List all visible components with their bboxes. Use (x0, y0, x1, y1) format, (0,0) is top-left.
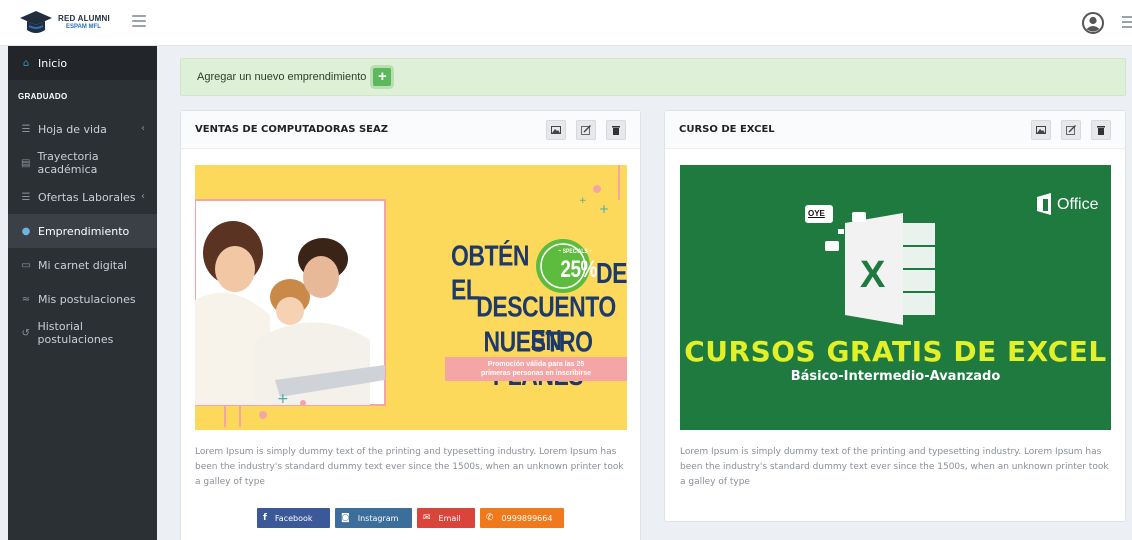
edit-button[interactable] (576, 120, 596, 140)
chevron-left-icon: ‹ (141, 123, 145, 134)
card-description: Lorem Ipsum is simply dummy text of the … (680, 447, 1109, 487)
sidebar-item-label: Ofertas Laborales (38, 190, 136, 204)
sidebar-item-trayectoria[interactable]: ▤ Trayectoria académica (8, 146, 157, 180)
edit-button[interactable] (1061, 120, 1081, 140)
badge-small-text: ~ SPECIALS ~ (558, 248, 593, 256)
promo-conditions-2: primeras personas en inscribirse (480, 370, 592, 377)
list-icon: ☰ (21, 123, 31, 135)
sidebar-item-label: Trayectoria académica (37, 150, 99, 176)
svg-text:+: + (599, 202, 609, 216)
sidebar-section-header: GRADUADO (8, 80, 157, 112)
book-icon: ▤ (21, 157, 31, 169)
sidebar-item-hoja-de-vida[interactable]: ☰ Hoja de vida ‹ (8, 112, 157, 146)
card-title: CURSO DE EXCEL (679, 124, 775, 135)
sidebar-item-emprendimiento[interactable]: ● Emprendimiento (8, 214, 157, 248)
sidebar-item-label: Hoja de vida (38, 122, 107, 136)
excel-headline: CURSOS GRATIS DE EXCEL (684, 335, 1107, 368)
svg-text:X: X (860, 254, 886, 296)
promo-line1b: DE (596, 256, 627, 289)
sidebar-item-label: Emprendimiento (38, 224, 130, 238)
office-label: Office (1057, 196, 1099, 213)
delete-button[interactable] (1091, 120, 1111, 140)
sidebar-item-inicio[interactable]: ⌂ Inicio (8, 46, 157, 80)
sidebar-toggle-icon[interactable] (132, 15, 146, 27)
sidebar-item-historial[interactable]: ↺ Historial postulaciones (8, 316, 157, 350)
sidebar-item-label: Mis postulaciones (38, 292, 136, 306)
card-description: Lorem Ipsum is simply dummy text of the … (195, 447, 624, 487)
svg-text:+: + (277, 391, 289, 407)
sidebar-item-ofertas[interactable]: ☰ Ofertas Laborales ‹ (8, 180, 157, 214)
envelope-icon: ✉ (423, 513, 431, 523)
delete-button[interactable] (606, 120, 626, 140)
list-icon: ☰ (21, 191, 31, 203)
sidebar-item-label: Inicio (38, 56, 68, 70)
image-icon (551, 126, 561, 134)
brand-name: RED ALUMNI (58, 14, 110, 23)
sidebar-item-label: Historial postulaciones (37, 320, 114, 346)
add-emprendimiento-button[interactable]: + (373, 68, 392, 86)
card-title: VENTAS DE COMPUTADORAS SEAZ (195, 124, 388, 135)
brand-subtitle: ESPAM MFL (66, 24, 101, 30)
graduation-cap-logo-icon (18, 8, 54, 38)
sidebar-item-label: Mi carnet digital (38, 258, 127, 272)
emprendimiento-card: CURSO DE EXCEL X Office OYE CURSOS GRATI… (664, 110, 1126, 522)
handshake-icon: ≈ (21, 293, 31, 305)
image-button[interactable] (1031, 120, 1051, 140)
trash-icon (612, 126, 620, 135)
facebook-icon: f (263, 513, 267, 523)
excel-logo-icon: X (805, 193, 1051, 325)
sidebar-item-carnet[interactable]: ▭ Mi carnet digital (8, 248, 157, 282)
promo-banner-image: + + + OBTÉN EL ~ SPECIALS ~ 25% DE DESCU… (195, 165, 627, 430)
phone-icon: ✆ (486, 513, 494, 523)
image-icon (1036, 126, 1046, 134)
svg-text:+: + (579, 196, 587, 206)
sidebar-item-postulaciones[interactable]: ≈ Mis postulaciones (8, 282, 157, 316)
home-icon: ⌂ (22, 57, 30, 69)
promo-conditions-box: Promoción válida para las 25 primeras pe… (445, 357, 627, 381)
add-emprendimiento-label: Agregar un nuevo emprendimiento (197, 71, 367, 83)
promo-conditions-1: Promoción válida para las 25 (487, 361, 585, 368)
badge-percent: 25% (560, 256, 597, 283)
image-button[interactable] (546, 120, 566, 140)
top-navbar: RED ALUMNI ESPAM MFL (0, 0, 1132, 46)
instagram-button[interactable]: ◙ Instagram (335, 508, 412, 528)
excel-subline: Básico-Intermedio-Avanzado (790, 369, 1001, 384)
email-button[interactable]: ✉ Email (417, 508, 475, 528)
id-card-icon: ▭ (21, 259, 31, 271)
right-menu-icon[interactable] (1122, 16, 1132, 28)
oye-label: OYE (808, 209, 825, 218)
emprendimiento-card: VENTAS DE COMPUTADORAS SEAZ + + + OBTÉN … (180, 110, 641, 540)
edit-icon (1066, 125, 1076, 135)
social-buttons: f Facebook ◙ Instagram ✉ Email ✆ 0999899664 (257, 508, 564, 528)
trash-icon (1097, 126, 1105, 135)
instagram-icon: ◙ (341, 513, 350, 523)
history-icon: ↺ (21, 327, 30, 339)
phone-label: 0999899664 (501, 513, 553, 523)
excel-banner-image: X Office OYE CURSOS GRATIS DE EXCEL Bási… (680, 165, 1111, 430)
phone-button[interactable]: ✆ 0999899664 (480, 508, 564, 528)
user-avatar-icon[interactable] (1082, 12, 1104, 34)
facebook-label: Facebook (274, 513, 313, 523)
facebook-button[interactable]: f Facebook (257, 508, 330, 528)
chevron-left-icon: ‹ (141, 191, 145, 202)
lightbulb-icon: ● (21, 225, 31, 237)
sidebar: ⌂ Inicio GRADUADO ☰ Hoja de vida ‹ ▤ Tra… (8, 46, 157, 540)
app-logo[interactable]: RED ALUMNI ESPAM MFL (18, 8, 110, 38)
instagram-label: Instagram (357, 513, 399, 523)
edit-icon (581, 125, 591, 135)
add-emprendimiento-bar: Agregar un nuevo emprendimiento + (180, 58, 1126, 96)
email-label: Email (438, 513, 461, 523)
